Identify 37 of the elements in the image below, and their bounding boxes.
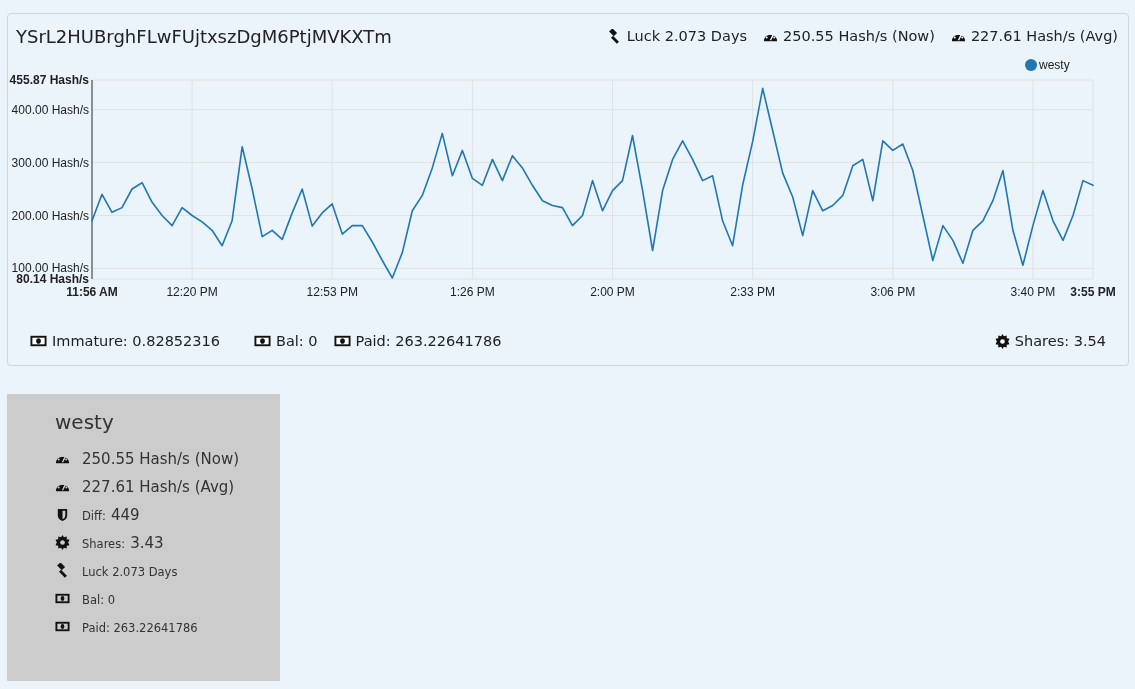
gear-icon: [994, 333, 1010, 349]
shares-stat: Shares: 3.54: [1014, 333, 1106, 349]
hashrate-stat: 227.61 Hash/s (Avg): [970, 28, 1118, 44]
balance-stat: Bal: 0: [276, 333, 318, 349]
y-tick-label: 80.14 Hash/s: [16, 272, 89, 286]
worker-stat: Bal: 0: [82, 591, 115, 608]
hashrate-stat: 250.55 Hash/s (Now): [783, 28, 935, 44]
x-tick-label: 3:40 PM: [1010, 285, 1056, 299]
y-tick-label: 455.87 Hash/s: [9, 73, 89, 87]
worker-stat: Diff: 449: [82, 504, 140, 524]
x-tick-label: 11:56 AM: [66, 285, 118, 299]
worker-stat: Paid: 263.22641786: [82, 619, 198, 636]
wallet-address: YSrL2HUBrghFLwFUjtxszDgM6PtjMVKXTm: [16, 25, 393, 47]
worker-stat: 250.55 Hash/s (Now): [82, 448, 240, 468]
gear-icon: [55, 534, 70, 550]
y-tick-label: 200.00 Hash/s: [11, 208, 89, 223]
x-tick-label: 12:53 PM: [306, 285, 358, 299]
x-tick-label: 2:33 PM: [730, 285, 775, 299]
worker-stat: Shares: 3.43: [82, 532, 164, 552]
banknote-icon: [333, 335, 351, 347]
balance-stat: Paid: 263.22641786: [355, 333, 502, 349]
worker-name: westy: [55, 410, 115, 434]
x-tick-label: 1:26 PM: [450, 285, 495, 299]
x-tick-label: 3:55 PM: [1070, 285, 1116, 299]
shield-icon: [55, 506, 70, 522]
x-tick-label: 2:00 PM: [590, 285, 635, 299]
legend-label: westy: [1039, 58, 1070, 72]
luck-stat: Luck 2.073 Days: [626, 28, 748, 44]
worker-stat: 227.61 Hash/s (Avg): [82, 476, 235, 496]
balance-stat: Immature: 0.82852316: [52, 333, 220, 349]
x-tick-label: 3:06 PM: [870, 285, 916, 299]
worker-stat: Luck 2.073 Days: [82, 563, 178, 580]
x-tick-label: 12:20 PM: [166, 285, 218, 299]
y-tick-label: 400.00 Hash/s: [11, 102, 89, 117]
banknote-icon: [254, 335, 271, 347]
banknote-icon: [30, 335, 47, 347]
y-tick-label: 300.00 Hash/s: [11, 155, 89, 170]
